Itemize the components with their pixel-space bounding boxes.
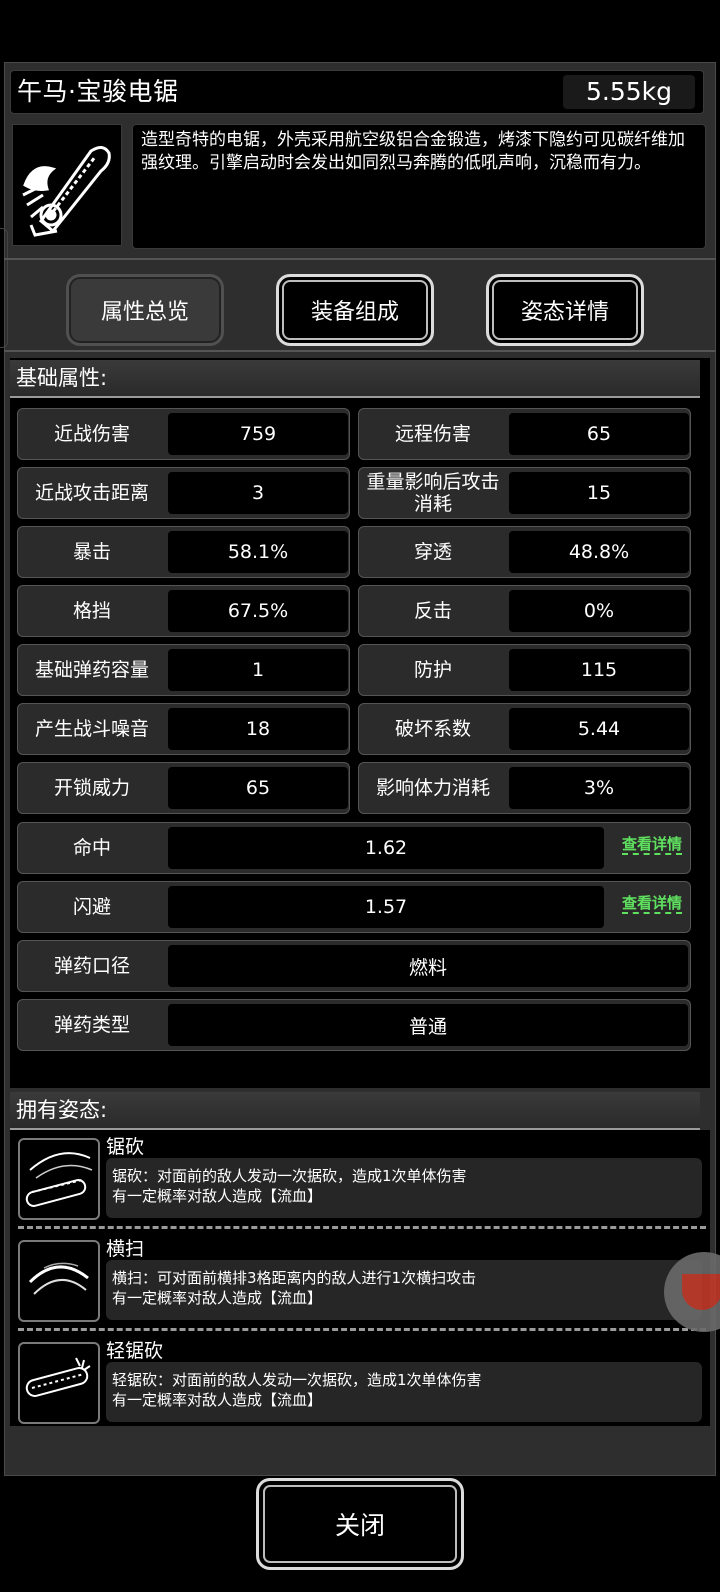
stat-value: 1.62 <box>168 827 604 869</box>
stat-pair-cell: 暴击 58.1% <box>17 526 350 578</box>
stat-value: 15 <box>509 472 689 514</box>
stat-pair-cell: 基础弹药容量 1 <box>17 644 350 696</box>
stat-pair-cell: 反击 0% <box>358 585 691 637</box>
stat-value: 48.8% <box>509 531 689 573</box>
item-name: 午马·宝骏电锯 <box>17 77 179 106</box>
stance-description: 横扫：可对面前横排3格距离内的敌人进行1次横扫攻击 有一定概率对敌人造成【流血】 <box>106 1260 702 1320</box>
stat-label: 闪避 <box>72 896 111 918</box>
stance-description: 锯砍：对面前的敌人发动一次据砍，造成1次单体伤害 有一定概率对敌人造成【流血】 <box>106 1158 702 1218</box>
stance-separator <box>18 1328 706 1331</box>
stat-pair-cell: 影响体力消耗 3% <box>358 762 691 814</box>
stance-desc-line: 有一定概率对敌人造成【流血】 <box>112 1289 323 1307</box>
stat-pair-cell: 破坏系数 5.44 <box>358 703 691 755</box>
stat-label: 反击 <box>413 600 452 622</box>
stat-value: 759 <box>168 413 348 455</box>
item-description: 造型奇特的电锯，外壳采用航空级铝合金锻造，烤漆下隐约可见碳纤维加强纹理。引擎启动… <box>132 124 706 249</box>
stat-value: 67.5% <box>168 590 348 632</box>
stat-label: 穿透 <box>413 541 452 563</box>
stat-label: 破坏系数 <box>394 718 471 740</box>
stance-desc-line: 有一定概率对敌人造成【流血】 <box>112 1187 323 1205</box>
stat-pair-cell: 近战攻击距离 3 <box>17 467 350 519</box>
saw-slash-icon <box>18 1138 100 1220</box>
stat-pair-cell: 近战伤害 759 <box>17 408 350 460</box>
stat-pair-cell: 防护 115 <box>358 644 691 696</box>
stat-dodge: 闪避 1.57 查看详情 <box>17 881 691 933</box>
item-name-bar: 午马·宝骏电锯 5.55kg <box>10 70 704 114</box>
stance-title: 轻锯砍 <box>106 1340 164 1362</box>
stat-value: 5.44 <box>509 708 689 750</box>
stat-ammo-type: 弹药类型 普通 <box>17 999 691 1051</box>
stance-desc-line: 横扫：可对面前横排3格距离内的敌人进行1次横扫攻击 <box>112 1269 477 1287</box>
divider <box>4 258 716 260</box>
stat-label: 远程伤害 <box>394 423 471 445</box>
stat-label: 暴击 <box>72 541 111 563</box>
stance-title: 锯砍 <box>106 1136 145 1158</box>
stat-label: 弹药类型 <box>53 1014 130 1036</box>
stat-value: 0% <box>509 590 689 632</box>
stance-title: 横扫 <box>106 1238 145 1260</box>
stat-label: 近战攻击距离 <box>34 482 149 504</box>
stat-ammo-caliber: 弹药口径 燃料 <box>17 940 691 992</box>
stat-label: 格挡 <box>72 600 111 622</box>
stat-value: 3 <box>168 472 348 514</box>
sweep-icon <box>18 1240 100 1322</box>
side-handle <box>0 228 8 348</box>
stat-value: 1.57 <box>168 886 604 928</box>
stance-separator <box>18 1226 706 1229</box>
stat-pair-cell: 产生战斗噪音 18 <box>17 703 350 755</box>
basic-attributes-header: 基础属性: <box>10 360 700 398</box>
chainsaw-horse-icon <box>22 146 111 237</box>
watermelon-icon <box>682 1274 720 1310</box>
stat-pair-cell: 远程伤害 65 <box>358 408 691 460</box>
stance-description: 轻锯砍：对面前的敌人发动一次据砍，造成1次单体伤害 有一定概率对敌人造成【流血】 <box>106 1362 702 1422</box>
stance-desc-line: 轻锯砍：对面前的敌人发动一次据砍，造成1次单体伤害 <box>112 1371 482 1389</box>
stat-label: 近战伤害 <box>53 423 130 445</box>
stat-pair-cell: 开锁威力 65 <box>17 762 350 814</box>
stat-label: 防护 <box>413 659 452 681</box>
stat-value: 18 <box>168 708 348 750</box>
view-details-link[interactable]: 查看详情 <box>621 894 682 914</box>
stat-value: 3% <box>509 767 689 809</box>
tab-attribute-overview[interactable]: 属性总览 <box>66 274 224 346</box>
stance-desc-line: 锯砍：对面前的敌人发动一次据砍，造成1次单体伤害 <box>112 1167 467 1185</box>
close-button[interactable]: 关闭 <box>256 1478 464 1570</box>
stat-value: 燃料 <box>168 945 688 987</box>
stat-label: 弹药口径 <box>53 955 130 977</box>
stat-label: 基础弹药容量 <box>34 659 149 681</box>
stance-desc-line: 有一定概率对敌人造成【流血】 <box>112 1391 323 1409</box>
stat-value: 普通 <box>168 1004 688 1046</box>
stat-pair-cell: 重量影响后攻击消耗 15 <box>358 467 691 519</box>
item-icon-box <box>12 124 122 246</box>
view-details-link[interactable]: 查看详情 <box>621 835 682 855</box>
stat-label: 影响体力消耗 <box>375 777 490 799</box>
stat-label: 产生战斗噪音 <box>34 718 149 740</box>
tab-stance-details[interactable]: 姿态详情 <box>486 274 644 346</box>
stat-hit: 命中 1.62 查看详情 <box>17 822 691 874</box>
tab-equipment-composition[interactable]: 装备组成 <box>276 274 434 346</box>
stances-header: 拥有姿态: <box>10 1092 700 1130</box>
stat-value: 65 <box>509 413 689 455</box>
light-saw-icon <box>18 1342 100 1424</box>
stat-label: 重量影响后攻击消耗 <box>366 471 500 515</box>
stat-pair-cell: 格挡 67.5% <box>17 585 350 637</box>
stat-label: 开锁威力 <box>53 777 130 799</box>
stances-list: 锯砍 锯砍：对面前的敌人发动一次据砍，造成1次单体伤害 有一定概率对敌人造成【流… <box>10 1130 710 1426</box>
item-weight: 5.55kg <box>563 75 695 109</box>
stat-label: 命中 <box>72 837 111 859</box>
divider <box>4 350 716 352</box>
stat-value: 65 <box>168 767 348 809</box>
stat-pair-cell: 穿透 48.8% <box>358 526 691 578</box>
stat-value: 1 <box>168 649 348 691</box>
stat-value: 58.1% <box>168 531 348 573</box>
stat-value: 115 <box>509 649 689 691</box>
